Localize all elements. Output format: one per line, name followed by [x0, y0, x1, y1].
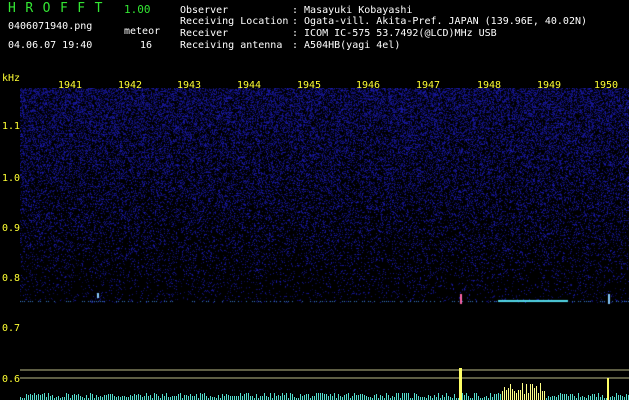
- app-title: HROFFT: [8, 1, 112, 16]
- y-tick-label: 0.7: [2, 323, 21, 334]
- location-value: : Ogata-vill. Akita-Pref. JAPAN (139.96E…: [292, 16, 588, 27]
- y-tick-label: 1.1: [2, 121, 21, 132]
- file-name: 0406071940.png: [8, 21, 93, 32]
- frequency-unit-label: kHz: [2, 73, 21, 84]
- antenna-value: : A504HB(yagi 4el): [292, 40, 401, 51]
- meteor-count: 16: [140, 40, 153, 51]
- antenna-label: Receiving antenna: [180, 40, 283, 51]
- y-tick-label: 1.0: [2, 173, 21, 184]
- meteor-label: meteor: [124, 26, 161, 37]
- observer-label: Observer: [180, 5, 229, 16]
- location-label: Receiving Location: [180, 16, 289, 27]
- y-tick-label: 0.6: [2, 374, 21, 385]
- observer-value: : Masayuki Kobayashi: [292, 5, 413, 16]
- app-version: 1.00: [124, 3, 151, 16]
- spectrogram-display: [20, 88, 629, 316]
- receiver-label: Receiver: [180, 28, 229, 39]
- timestamp: 04.06.07 19:40: [8, 40, 93, 51]
- y-tick-label: 0.8: [2, 273, 21, 284]
- receiver-value: : ICOM IC-575 53.7492(@LCD)MHz USB: [292, 28, 497, 39]
- spectrogram-lower-area: [20, 316, 629, 400]
- y-tick-label: 0.9: [2, 223, 21, 234]
